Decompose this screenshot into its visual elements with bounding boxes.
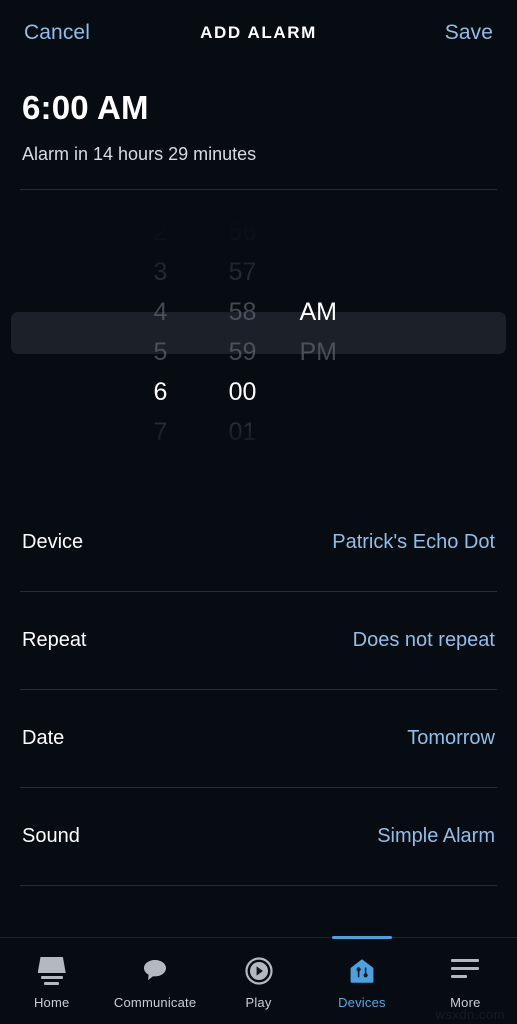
setting-value[interactable]: Simple Alarm xyxy=(377,825,495,848)
bottom-navigation-bar: Home Communicate Play Devices More wsxdn… xyxy=(0,936,517,1024)
nav-tab-home[interactable]: Home xyxy=(0,938,103,1024)
play-circle-icon xyxy=(244,956,274,986)
minute-option[interactable]: 58 xyxy=(200,292,286,332)
setting-row-repeat[interactable]: Repeat Does not repeat xyxy=(0,592,517,689)
nav-tab-devices[interactable]: Devices xyxy=(310,936,413,1024)
minute-option[interactable]: 02 xyxy=(200,452,286,468)
hamburger-menu-icon xyxy=(451,956,480,986)
minute-option[interactable]: 59 xyxy=(200,332,286,372)
hour-option[interactable]: 4 xyxy=(122,292,200,332)
summary-divider xyxy=(20,189,497,190)
setting-label: Repeat xyxy=(22,629,87,651)
speech-bubble-icon xyxy=(140,956,170,986)
alarm-summary: 6:00 AM Alarm in 14 hours 29 minutes xyxy=(0,66,517,166)
nav-label: Devices xyxy=(338,995,386,1010)
meridiem-option-selected[interactable]: AM xyxy=(286,292,396,332)
hour-wheel[interactable]: 2 3 4 5 6 7 8 9 10 xyxy=(122,206,200,468)
nav-label: Home xyxy=(33,995,70,1010)
minute-option[interactable]: 01 xyxy=(200,412,286,452)
nav-tab-more[interactable]: More xyxy=(414,938,517,1024)
setting-row-date[interactable]: Date Tomorrow xyxy=(0,690,517,787)
smart-home-icon xyxy=(347,956,377,986)
nav-label: Communicate xyxy=(113,995,197,1010)
save-button[interactable]: Save xyxy=(443,17,495,49)
alarm-settings-list: Device Patrick's Echo Dot Repeat Does no… xyxy=(0,494,517,886)
setting-row-sound[interactable]: Sound Simple Alarm xyxy=(0,788,517,885)
setting-label: Sound xyxy=(22,825,80,847)
alarm-countdown-text: Alarm in 14 hours 29 minutes xyxy=(22,144,257,164)
cancel-button[interactable]: Cancel xyxy=(22,17,92,49)
minute-option[interactable]: 56 xyxy=(200,212,286,252)
meridiem-option[interactable]: PM xyxy=(286,332,396,372)
hour-option-selected[interactable]: 6 xyxy=(122,372,200,412)
setting-value[interactable]: Does not repeat xyxy=(353,629,495,652)
hour-option[interactable]: 7 xyxy=(122,412,200,452)
add-alarm-screen: Cancel ADD ALARM Save 6:00 AM Alarm in 1… xyxy=(0,0,517,1024)
setting-value[interactable]: Tomorrow xyxy=(407,727,495,750)
time-picker[interactable]: 2 3 4 5 6 7 8 9 10 56 57 58 59 00 xyxy=(0,206,517,468)
active-tab-indicator xyxy=(331,936,392,939)
setting-label: Device xyxy=(22,531,84,553)
setting-value[interactable]: Patrick's Echo Dot xyxy=(332,531,495,554)
setting-row-device[interactable]: Device Patrick's Echo Dot xyxy=(0,494,517,591)
minute-wheel[interactable]: 56 57 58 59 00 01 02 03 04 xyxy=(200,206,286,468)
meridiem-list: AM PM xyxy=(286,292,396,372)
hour-list: 2 3 4 5 6 7 8 9 10 xyxy=(122,212,200,468)
minute-list: 56 57 58 59 00 01 02 03 04 xyxy=(200,212,286,468)
hour-option[interactable]: 8 xyxy=(122,452,200,468)
nav-tab-play[interactable]: Play xyxy=(207,938,310,1024)
hour-option[interactable]: 3 xyxy=(122,252,200,292)
hour-option[interactable]: 5 xyxy=(122,332,200,372)
meridiem-wheel[interactable]: AM PM xyxy=(286,206,396,468)
hour-option[interactable]: 2 xyxy=(122,212,200,252)
alarm-time-display: 6:00 AM xyxy=(22,89,149,126)
minute-option[interactable]: 57 xyxy=(200,252,286,292)
nav-tab-communicate[interactable]: Communicate xyxy=(103,938,206,1024)
nav-label: Play xyxy=(245,995,272,1010)
echo-speaker-icon xyxy=(37,956,67,986)
setting-label: Date xyxy=(22,727,65,749)
minute-option-selected[interactable]: 00 xyxy=(200,372,286,412)
nav-label: More xyxy=(450,995,481,1010)
top-navigation-bar: Cancel ADD ALARM Save xyxy=(0,0,517,66)
